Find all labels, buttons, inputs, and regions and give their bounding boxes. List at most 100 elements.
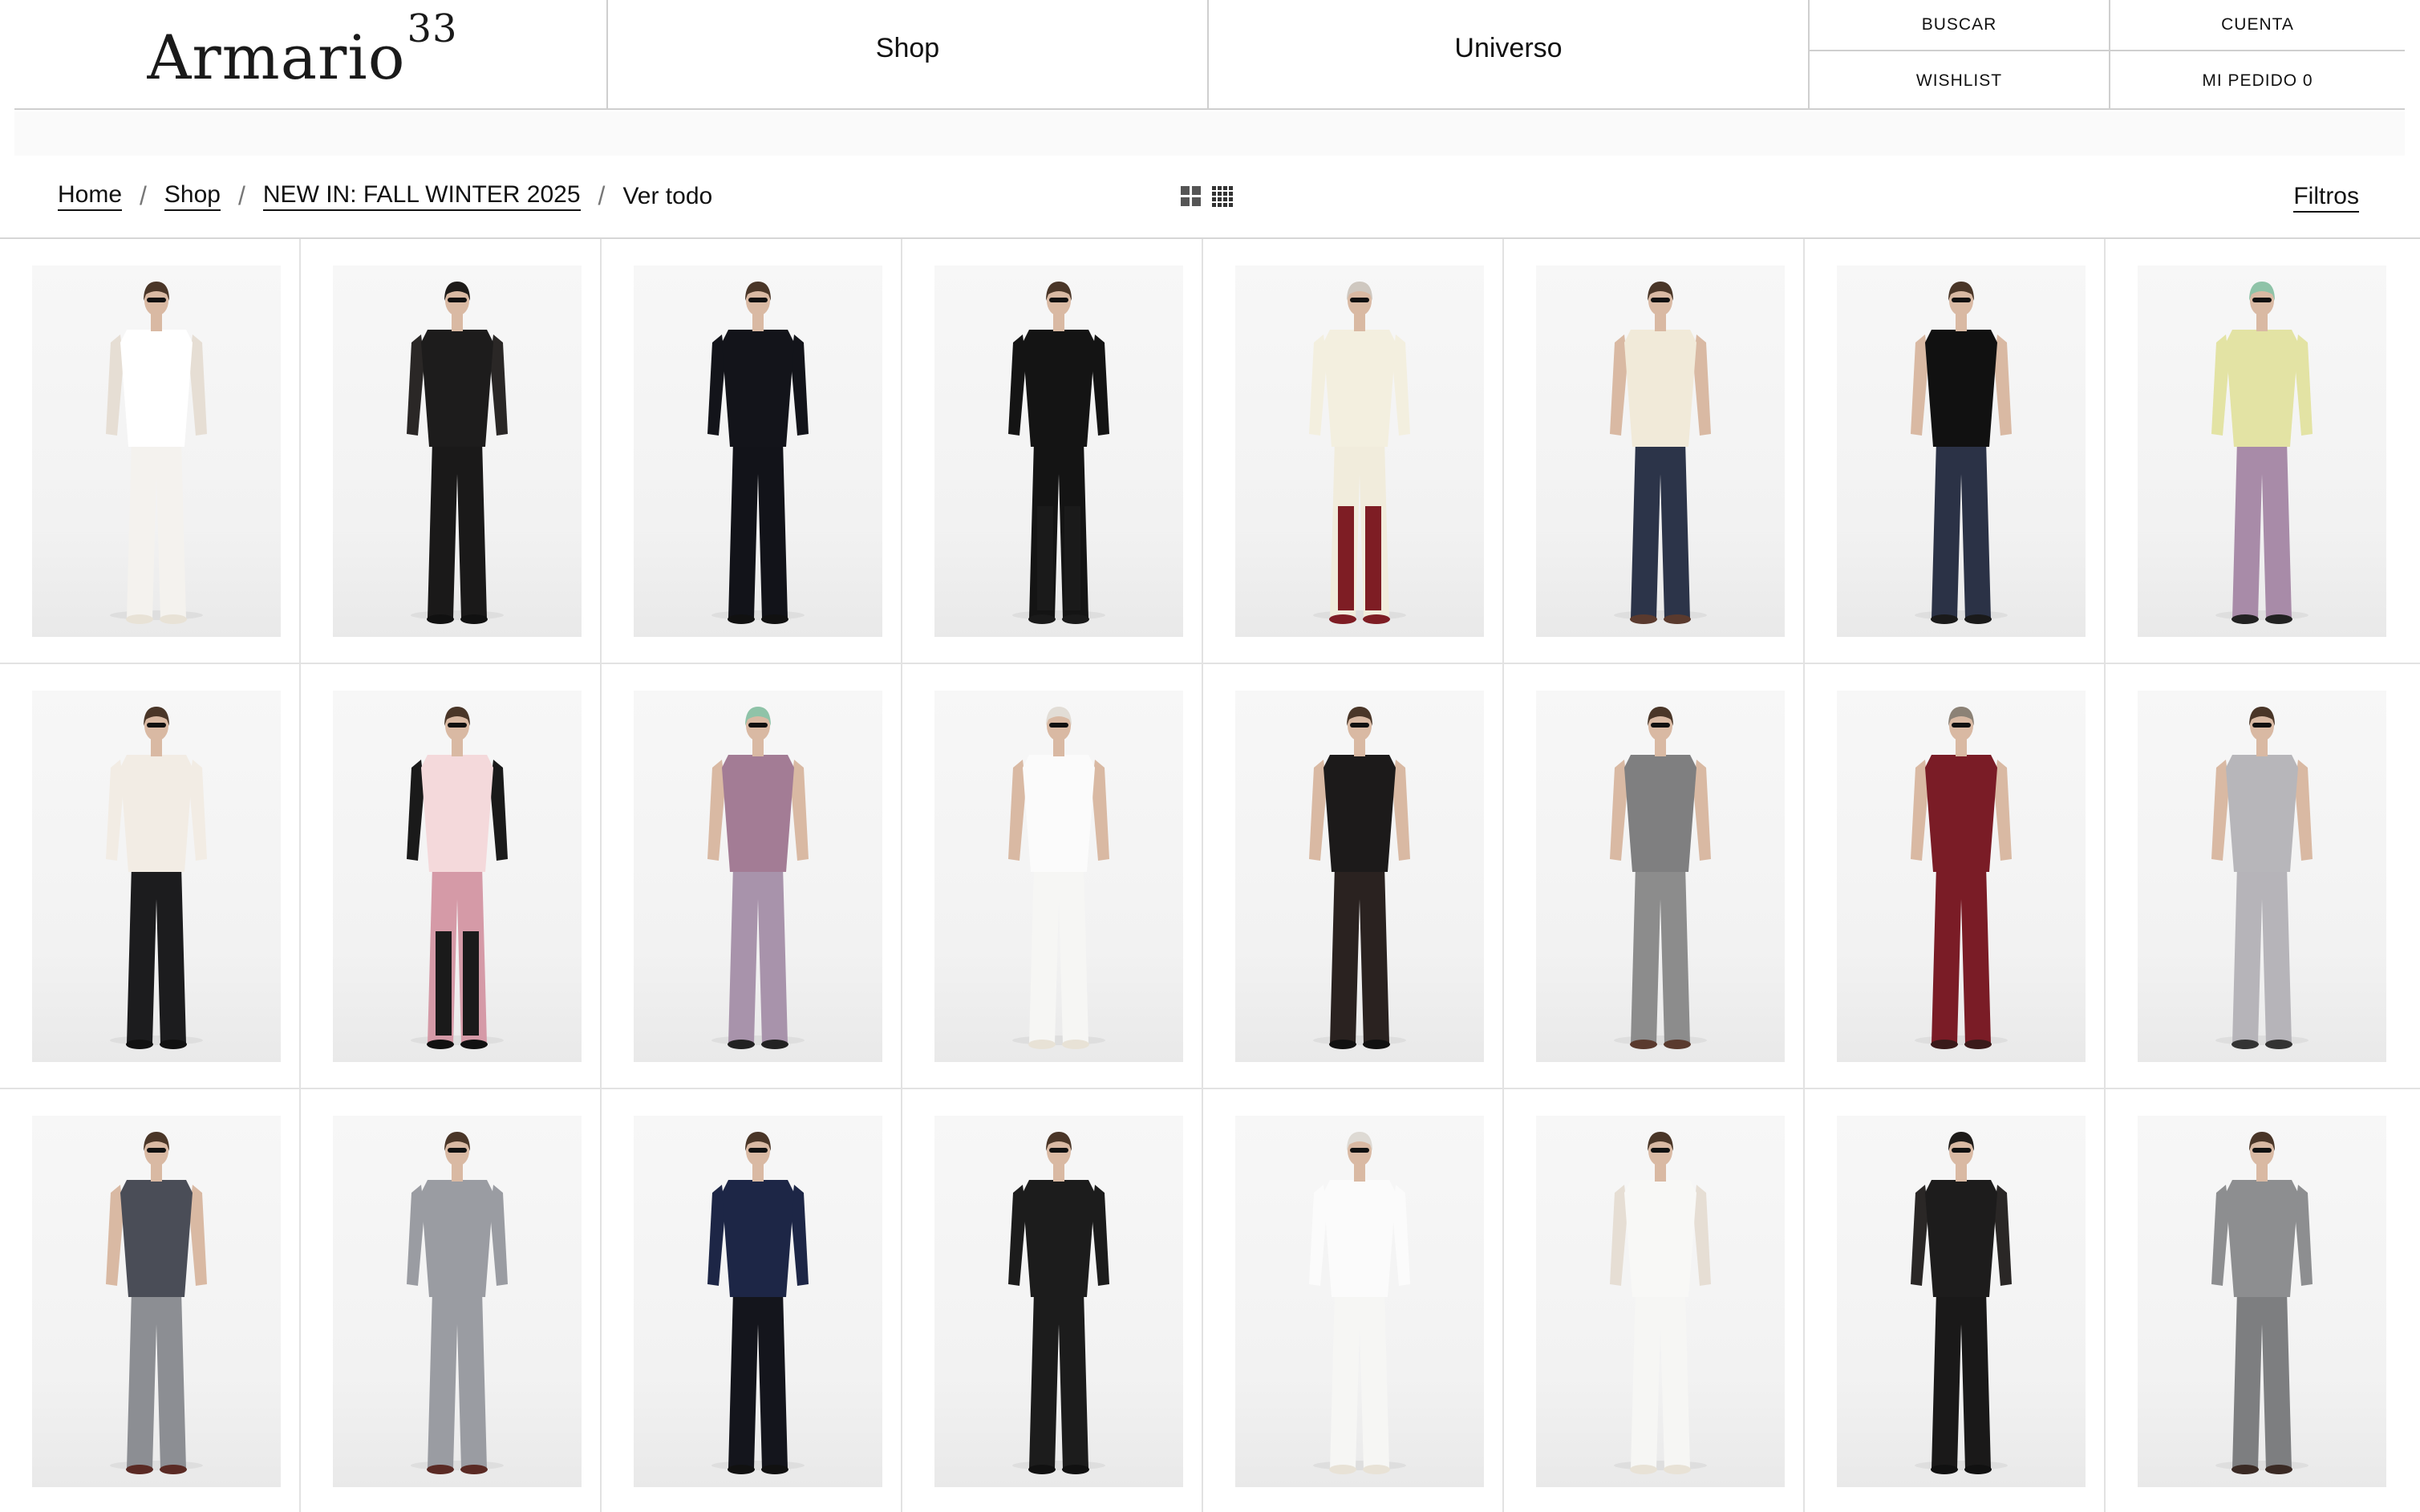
product-card[interactable] <box>301 239 602 664</box>
model-figure <box>2211 707 2313 1049</box>
logo-superscript: 33 <box>407 6 458 51</box>
utility-menu: BUSCAR CUENTA WISHLIST MI PEDIDO 0 <box>1810 0 2405 110</box>
product-image[interactable] <box>2138 266 2386 637</box>
nav-universe[interactable]: Universo <box>1209 0 1810 108</box>
product-image[interactable] <box>1837 691 2086 1062</box>
product-image[interactable] <box>1536 266 1785 637</box>
model-figure <box>1309 282 1410 624</box>
breadcrumb-separator: / <box>598 181 606 210</box>
product-card[interactable] <box>602 239 902 664</box>
logo: Armario 33 <box>147 10 457 93</box>
nav-shop[interactable]: Shop <box>608 0 1209 108</box>
breadcrumb-shop[interactable]: Shop <box>164 181 221 211</box>
product-image[interactable] <box>1536 1116 1785 1487</box>
product-card[interactable] <box>902 239 1203 664</box>
breadcrumb-separator: / <box>140 181 147 210</box>
cart-button[interactable]: MI PEDIDO 0 <box>2110 51 2405 110</box>
product-card[interactable] <box>602 1089 902 1512</box>
model-figure <box>1911 707 2012 1049</box>
product-card[interactable] <box>1504 664 1805 1089</box>
product-card[interactable] <box>902 1089 1203 1512</box>
grid-4x4-icon[interactable] <box>1212 186 1233 207</box>
model-figure <box>1911 282 2012 624</box>
logo-link[interactable]: Armario 33 <box>14 0 608 108</box>
breadcrumb-separator: / <box>238 181 245 210</box>
logo-text: Armario <box>147 21 406 93</box>
model-figure <box>407 282 508 624</box>
breadcrumb-collection[interactable]: NEW IN: FALL WINTER 2025 <box>262 181 581 211</box>
product-card[interactable] <box>902 664 1203 1089</box>
product-image[interactable] <box>333 1116 582 1487</box>
product-image[interactable] <box>333 266 582 637</box>
product-image[interactable] <box>2138 1116 2386 1487</box>
product-card[interactable] <box>1805 1089 2106 1512</box>
model-figure <box>1610 707 1711 1049</box>
site-header: Armario 33 Shop Universo BUSCAR CUENTA WI… <box>14 0 2405 110</box>
product-image[interactable] <box>934 1116 1183 1487</box>
model-figure <box>106 707 207 1049</box>
product-image[interactable] <box>1235 691 1484 1062</box>
breadcrumb-home[interactable]: Home <box>58 181 123 211</box>
model-figure <box>1008 282 1109 624</box>
product-image[interactable] <box>1536 691 1785 1062</box>
model-figure <box>1008 1132 1109 1474</box>
product-card[interactable] <box>1203 1089 1504 1512</box>
product-image[interactable] <box>934 691 1183 1062</box>
product-image[interactable] <box>634 266 882 637</box>
listing-toolbar: Home / Shop / NEW IN: FALL WINTER 2025 /… <box>0 160 2420 239</box>
wishlist-button[interactable]: WISHLIST <box>1810 51 2110 110</box>
model-figure <box>1309 707 1410 1049</box>
breadcrumb: Home / Shop / NEW IN: FALL WINTER 2025 /… <box>58 181 712 211</box>
product-image[interactable] <box>32 266 281 637</box>
product-image[interactable] <box>1235 266 1484 637</box>
model-figure <box>407 707 508 1049</box>
model-figure <box>106 282 207 624</box>
product-card[interactable] <box>1504 239 1805 664</box>
model-figure <box>707 1132 809 1474</box>
nav-shop-label: Shop <box>875 33 940 63</box>
model-figure <box>2211 1132 2313 1474</box>
product-card[interactable] <box>1203 239 1504 664</box>
product-image[interactable] <box>1235 1116 1484 1487</box>
breadcrumb-current: Ver todo <box>622 182 713 209</box>
view-toggle <box>1181 186 1233 207</box>
product-card[interactable] <box>2106 1089 2420 1512</box>
account-button[interactable]: CUENTA <box>2110 0 2405 51</box>
product-card[interactable] <box>0 1089 301 1512</box>
model-figure <box>1309 1132 1410 1474</box>
product-card[interactable] <box>2106 239 2420 664</box>
product-grid <box>0 239 2420 1512</box>
product-card[interactable] <box>602 664 902 1089</box>
product-image[interactable] <box>2138 691 2386 1062</box>
product-card[interactable] <box>1805 239 2106 664</box>
product-image[interactable] <box>333 691 582 1062</box>
model-figure <box>106 1132 207 1474</box>
model-figure <box>2211 282 2313 624</box>
product-card[interactable] <box>301 664 602 1089</box>
filters-button[interactable]: Filtros <box>2293 183 2359 213</box>
product-card[interactable] <box>1504 1089 1805 1512</box>
model-figure <box>1008 707 1109 1049</box>
product-card[interactable] <box>0 239 301 664</box>
nav-universe-label: Universo <box>1454 33 1563 63</box>
search-button[interactable]: BUSCAR <box>1810 0 2110 51</box>
product-card[interactable] <box>301 1089 602 1512</box>
product-image[interactable] <box>1837 266 2086 637</box>
product-image[interactable] <box>32 1116 281 1487</box>
model-figure <box>707 282 809 624</box>
model-figure <box>707 707 809 1049</box>
model-figure <box>1610 282 1711 624</box>
product-card[interactable] <box>1203 664 1504 1089</box>
grid-2x2-icon[interactable] <box>1181 186 1201 207</box>
product-image[interactable] <box>634 691 882 1062</box>
model-figure <box>407 1132 508 1474</box>
product-image[interactable] <box>1837 1116 2086 1487</box>
model-figure <box>1610 1132 1711 1474</box>
product-card[interactable] <box>0 664 301 1089</box>
product-card[interactable] <box>1805 664 2106 1089</box>
product-image[interactable] <box>634 1116 882 1487</box>
product-image[interactable] <box>934 266 1183 637</box>
model-figure <box>1911 1132 2012 1474</box>
product-card[interactable] <box>2106 664 2420 1089</box>
product-image[interactable] <box>32 691 281 1062</box>
